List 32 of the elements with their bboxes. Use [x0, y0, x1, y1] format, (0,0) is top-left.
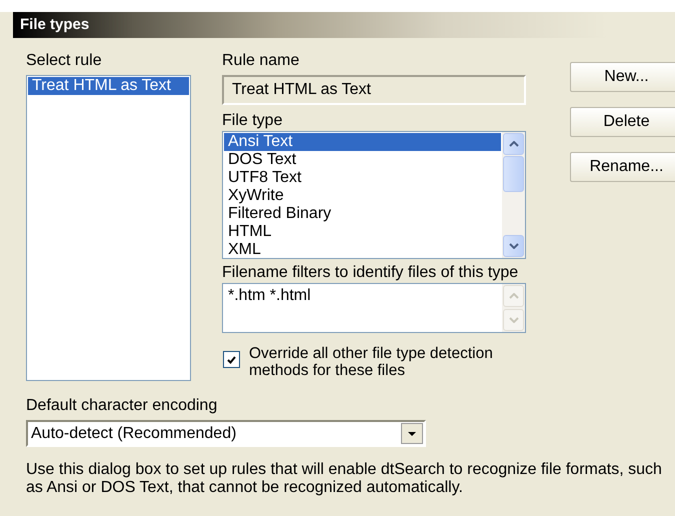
field-label: Filename filters to identify files of this type — [222, 264, 520, 281]
rule-item[interactable]: Treat HTML as Text — [28, 77, 189, 95]
dialog-button[interactable]: Rename... — [570, 152, 675, 182]
file-type-item[interactable]: UTF8 Text — [224, 169, 501, 187]
scrollbar[interactable] — [502, 132, 525, 258]
file-type-item[interactable]: XyWrite — [224, 187, 501, 205]
file-type-item[interactable]: Filtered Binary — [224, 205, 501, 223]
file-type-list[interactable]: Ansi Text DOS Text UTF8 Text XyWrite Filtered Binary HTML XML — [222, 131, 526, 259]
dialog-button[interactable]: New... — [570, 62, 675, 92]
file-type-item[interactable]: XML — [224, 241, 501, 258]
dialog-button[interactable]: Delete — [570, 107, 675, 137]
encoding-dropdown[interactable]: Auto-detect (Recommended) — [26, 420, 426, 447]
checkbox-label: Override all other file type detection methods for these files — [249, 345, 494, 379]
scroll-up-icon — [508, 293, 518, 299]
override-checkbox[interactable] — [223, 351, 240, 368]
field-label: File type — [222, 112, 284, 129]
filename-filters-field[interactable]: *.htm *.html — [222, 283, 526, 333]
rule-name-field[interactable]: Treat HTML as Text — [222, 75, 526, 105]
scroll-down-icon — [508, 243, 518, 249]
scrollbar[interactable] — [502, 284, 525, 332]
file-type-item[interactable]: HTML — [224, 223, 501, 241]
caret-icon — [408, 432, 416, 436]
field-label: Rule name — [222, 52, 300, 69]
scroll-up-icon — [508, 141, 518, 147]
field-label: Default character encoding — [26, 397, 218, 414]
help-text: Use this dialog box to set up rules that will enable dtSearch to recognize file formats, such as Ansi or DOS Text, that cannot be recognized automatically. — [26, 461, 663, 497]
rule-list[interactable]: Treat HTML as Text — [26, 75, 191, 381]
file-type-item[interactable]: DOS Text — [224, 151, 501, 169]
file-type-item[interactable]: Ansi Text — [224, 133, 501, 151]
field-label: Select rule — [26, 52, 103, 69]
scroll-down-icon — [508, 317, 518, 323]
checkmark-icon — [227, 356, 236, 364]
